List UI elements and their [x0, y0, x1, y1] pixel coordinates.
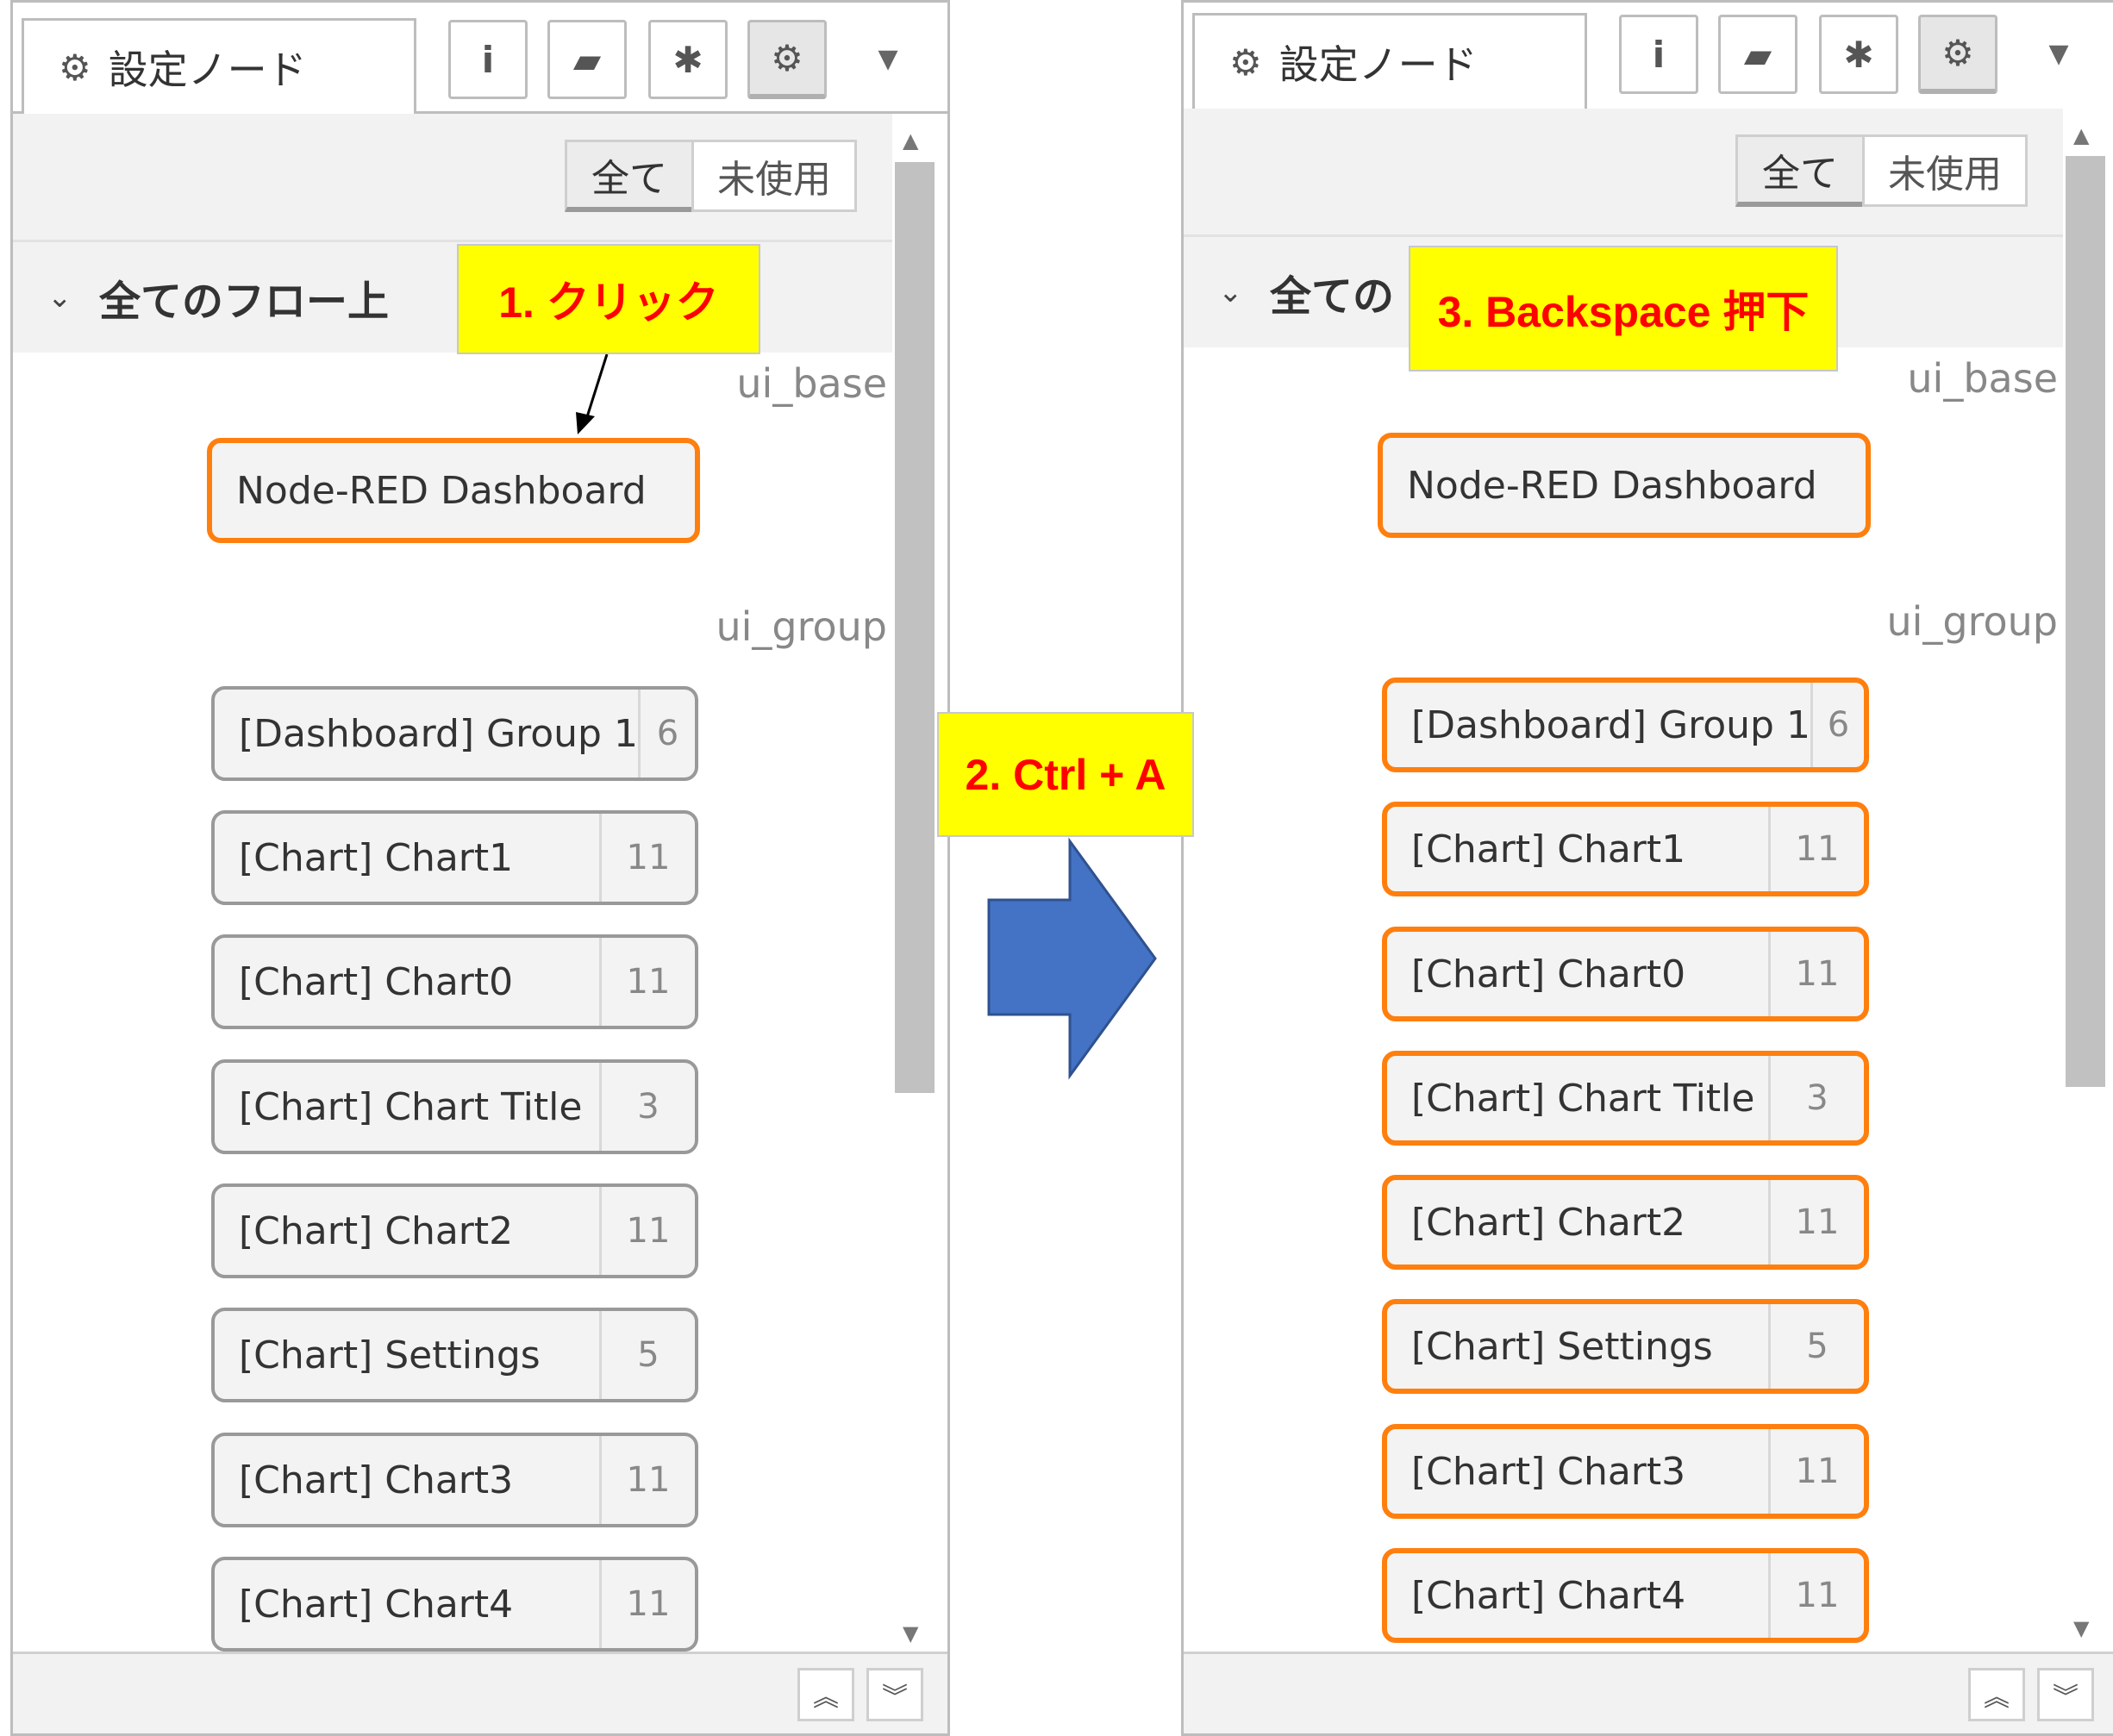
pointer-arrow-head — [576, 412, 595, 434]
callout-step-3: 3. Backspace 押下 — [1409, 246, 1838, 372]
callout-step-1: 1. クリック — [457, 244, 760, 354]
step-arrow-icon — [987, 837, 1157, 1080]
pointer-arrow-line — [584, 353, 609, 423]
callout-step-2: 2. Ctrl + A — [937, 712, 1194, 837]
